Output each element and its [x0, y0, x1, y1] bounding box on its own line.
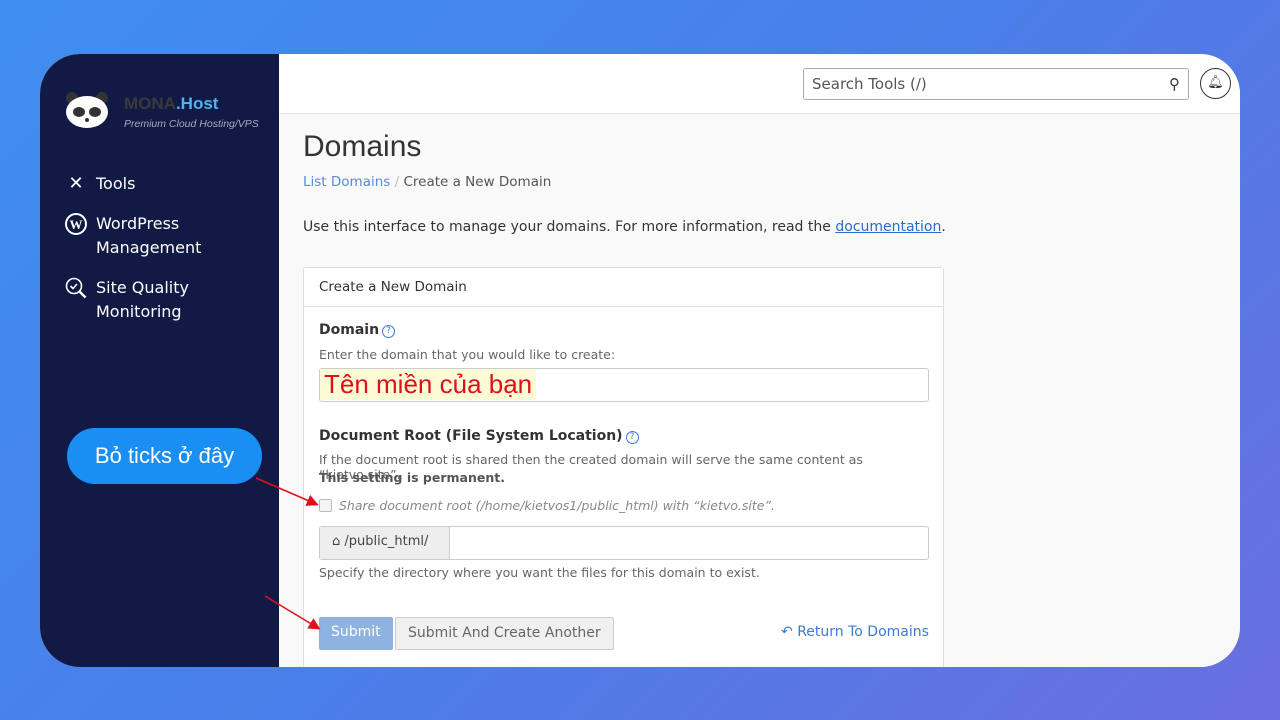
- annotation-arrows: [255, 477, 321, 630]
- arrow-to-submit: [264, 595, 321, 630]
- arrow-to-checkbox: [255, 477, 319, 506]
